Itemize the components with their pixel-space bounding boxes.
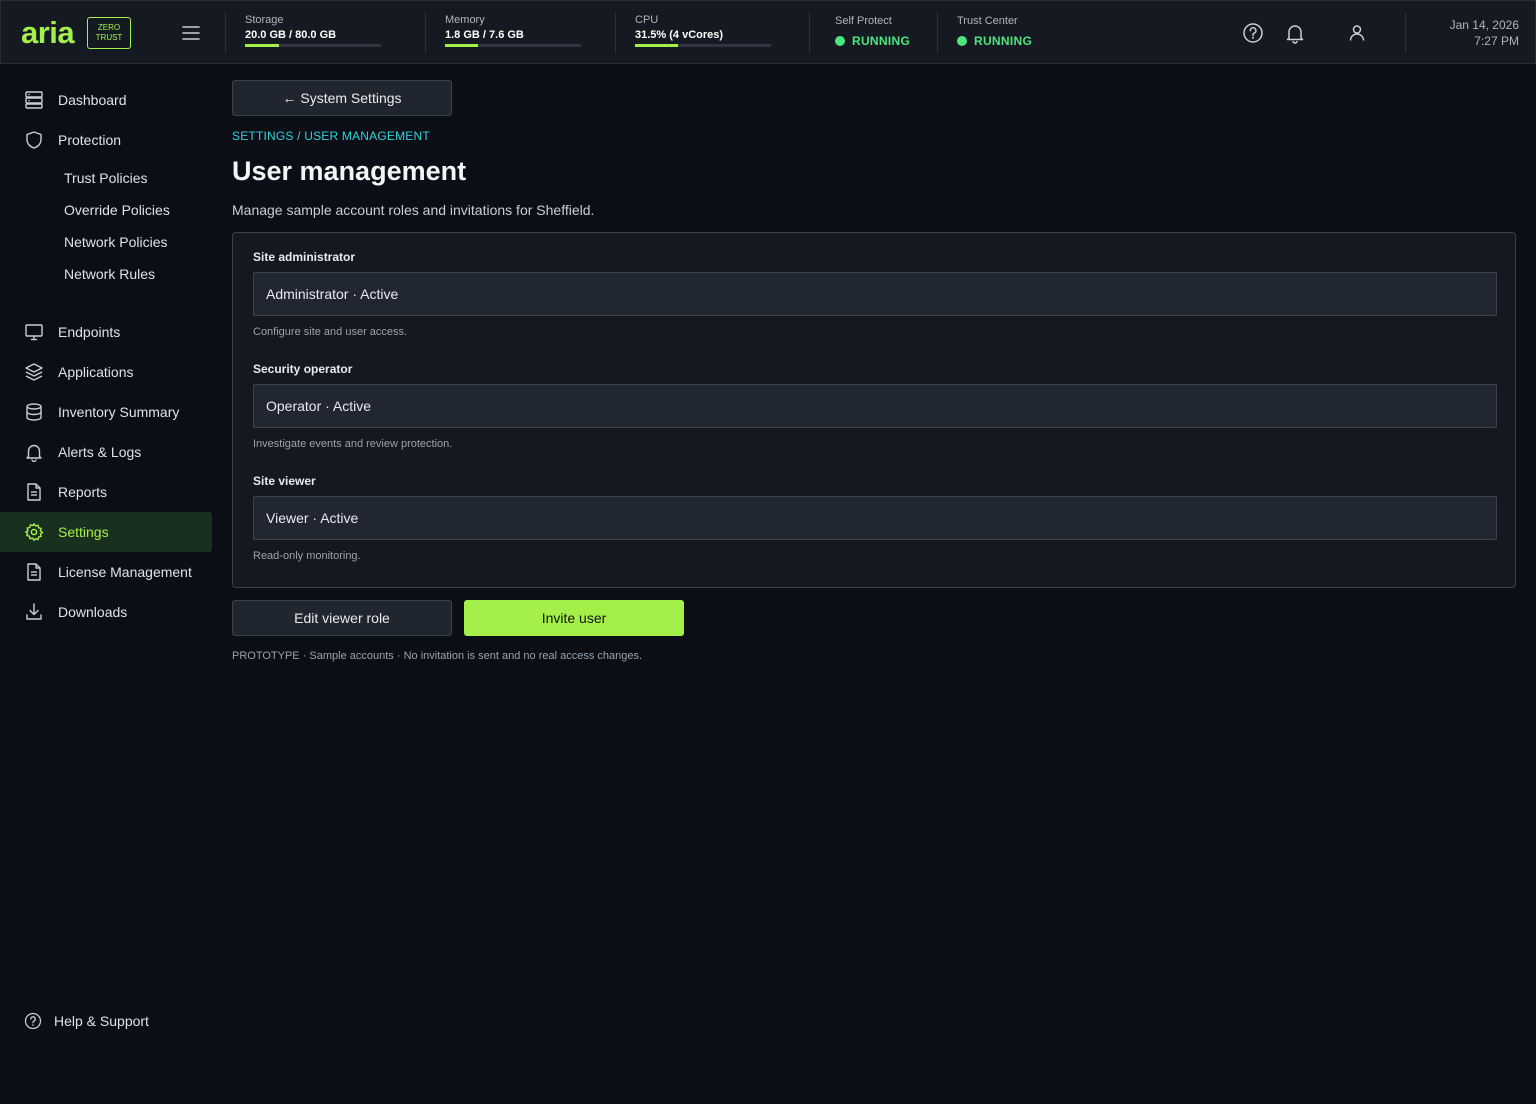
back-to-system-settings-button[interactable]: ← System Settings: [232, 80, 452, 116]
security-operator-helper: Investigate events and review protection…: [253, 438, 453, 450]
site-viewer-field[interactable]: Viewer · Active: [253, 496, 1497, 540]
help-support-link[interactable]: Help & Support: [24, 1012, 149, 1030]
memory-bar: [445, 44, 581, 47]
sidebar-item-endpoints[interactable]: Endpoints: [0, 312, 212, 352]
site-administrator-helper: Configure site and user access.: [253, 326, 408, 338]
badge-line-2: TRUST: [95, 33, 123, 42]
cpu-bar: [635, 44, 771, 47]
trust-center-status: Trust Center RUNNING: [957, 14, 1032, 48]
layers-icon: [25, 363, 43, 381]
sidebar-item-label: Downloads: [58, 604, 128, 620]
sidebar-item-label: Alerts & Logs: [58, 444, 142, 460]
sidebar-item-override-policies[interactable]: Override Policies: [64, 200, 170, 220]
sidebar-item-alerts-logs[interactable]: Alerts & Logs: [0, 432, 212, 472]
edit-viewer-role-button[interactable]: Edit viewer role: [232, 600, 452, 636]
site-administrator-label: Site administrator: [253, 250, 356, 264]
cpu-metric: CPU 31.5% (4 vCores): [635, 13, 771, 47]
cpu-label: CPU: [635, 14, 659, 26]
sidebar-item-label: Dashboard: [58, 92, 127, 108]
date: Jan 14, 2026: [1449, 18, 1519, 32]
sidebar-item-label: Endpoints: [58, 324, 121, 340]
site-viewer-helper: Read-only monitoring.: [253, 550, 361, 562]
self-protect-status: Self Protect RUNNING: [835, 14, 910, 48]
sidebar-item-settings[interactable]: Settings: [0, 512, 212, 552]
menu-icon[interactable]: [181, 23, 201, 43]
trust-center-label: Trust Center: [957, 15, 1018, 27]
sidebar-item-label: License Management: [58, 564, 192, 580]
security-operator-field[interactable]: Operator · Active: [253, 384, 1497, 428]
document-icon: [27, 483, 41, 501]
site-viewer-label: Site viewer: [253, 474, 316, 488]
divider: [615, 13, 616, 53]
time: 7:27 PM: [1474, 34, 1519, 48]
divider: [937, 13, 938, 53]
memory-metric: Memory 1.8 GB / 7.6 GB: [445, 13, 581, 47]
running-dot-icon: [957, 36, 967, 46]
top-bar: aria ZERO TRUST Storage 20.0 GB / 80.0 G…: [0, 0, 1536, 64]
sidebar-item-label: Inventory Summary: [58, 404, 180, 420]
database-icon: [26, 403, 42, 421]
storage-label: Storage: [245, 14, 284, 26]
sidebar-item-applications[interactable]: Applications: [0, 352, 212, 392]
breadcrumb[interactable]: SETTINGS / USER MANAGEMENT: [232, 129, 430, 143]
user-icon[interactable]: [1346, 22, 1368, 44]
page-subtitle: Manage sample account roles and invitati…: [232, 202, 595, 218]
cpu-value: 31.5% (4 vCores): [635, 29, 724, 41]
document-icon: [27, 563, 41, 581]
self-protect-label: Self Protect: [835, 15, 892, 27]
sidebar-item-network-rules[interactable]: Network Rules: [64, 264, 155, 284]
sidebar-item-dashboard[interactable]: Dashboard: [0, 80, 212, 120]
date-time: Jan 14, 2026 7:27 PM: [1450, 17, 1519, 49]
storage-metric: Storage 20.0 GB / 80.0 GB: [245, 13, 381, 47]
help-support-label: Help & Support: [54, 1013, 149, 1029]
sidebar-item-protection[interactable]: Protection: [0, 120, 212, 160]
bell-icon: [26, 444, 42, 462]
memory-bar-fill: [445, 44, 478, 47]
sidebar-item-network-policies[interactable]: Network Policies: [64, 232, 167, 252]
download-icon: [26, 603, 42, 620]
site-administrator-field[interactable]: Administrator · Active: [253, 272, 1497, 316]
sidebar-item-license-management[interactable]: License Management: [0, 552, 212, 592]
sidebar: Dashboard Protection Trust Policies Over…: [0, 64, 222, 1104]
sidebar-item-trust-policies[interactable]: Trust Policies: [64, 168, 148, 188]
page-title: User management: [232, 156, 467, 186]
invite-user-button[interactable]: Invite user: [464, 600, 684, 636]
storage-bar: [245, 44, 381, 47]
help-icon[interactable]: [1242, 22, 1264, 44]
sidebar-item-label: Protection: [58, 132, 122, 148]
sidebar-item-label: Reports: [58, 484, 108, 500]
self-protect-value: RUNNING: [852, 34, 911, 48]
roles-panel: Site administrator Administrator · Activ…: [232, 232, 1516, 588]
prototype-note: PROTOTYPE · Sample accounts · No invitat…: [232, 650, 643, 662]
sidebar-item-downloads[interactable]: Downloads: [0, 592, 212, 632]
sidebar-item-label: Applications: [58, 364, 134, 380]
divider: [425, 13, 426, 53]
divider: [809, 13, 810, 53]
memory-label: Memory: [445, 14, 485, 26]
running-dot-icon: [835, 36, 845, 46]
divider: [1405, 13, 1406, 53]
divider: [225, 13, 226, 53]
badge-line-1: ZERO: [97, 23, 121, 32]
sidebar-item-inventory-summary[interactable]: Inventory Summary: [0, 392, 212, 432]
help-icon: [24, 1012, 42, 1030]
storage-value: 20.0 GB / 80.0 GB: [245, 29, 337, 41]
shield-icon: [26, 131, 42, 149]
monitor-icon: [25, 324, 43, 341]
trust-center-value: RUNNING: [974, 34, 1033, 48]
gear-icon: [25, 523, 44, 541]
server-icon: [25, 91, 43, 109]
memory-value: 1.8 GB / 7.6 GB: [445, 29, 524, 41]
bell-icon[interactable]: [1284, 22, 1306, 44]
aria-logo[interactable]: aria: [21, 15, 75, 51]
sidebar-item-label: Settings: [58, 524, 109, 540]
storage-bar-fill: [245, 44, 279, 47]
zero-trust-badge: ZERO TRUST: [87, 17, 131, 49]
cpu-bar-fill: [635, 44, 678, 47]
security-operator-label: Security operator: [253, 362, 353, 376]
sidebar-item-reports[interactable]: Reports: [0, 472, 212, 512]
